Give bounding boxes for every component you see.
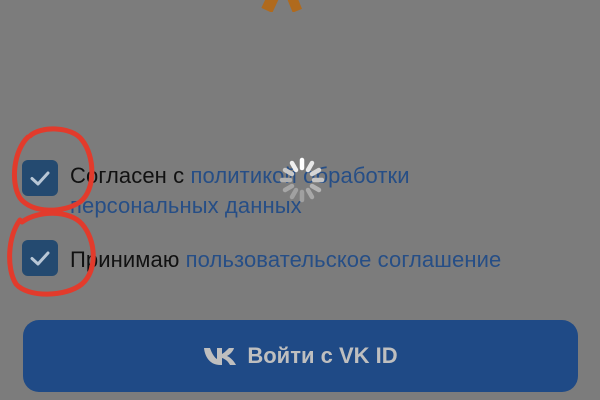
terms-consent-row[interactable]: Принимаю пользовательское соглашение (22, 240, 590, 276)
vk-id-login-label: Войти с VK ID (247, 343, 398, 368)
check-icon (30, 171, 50, 186)
user-agreement-link[interactable]: пользовательское соглашение (186, 247, 502, 272)
spinner-icon (278, 156, 326, 204)
check-icon (30, 251, 50, 266)
privacy-consent-row[interactable]: Согласен с политикой обработки персональ… (22, 160, 490, 221)
vk-id-login-button[interactable]: Войти с VK ID (23, 320, 578, 392)
dexbee-logo-mark (261, 0, 303, 13)
privacy-consent-checkbox[interactable] (22, 160, 58, 196)
privacy-consent-prefix: Согласен с (70, 163, 191, 188)
terms-consent-prefix: Принимаю (70, 247, 186, 272)
terms-consent-label: Принимаю пользовательское соглашение (70, 245, 590, 275)
vk-icon (203, 346, 237, 366)
dexbee-logo (196, 0, 406, 13)
terms-consent-checkbox[interactable] (22, 240, 58, 276)
